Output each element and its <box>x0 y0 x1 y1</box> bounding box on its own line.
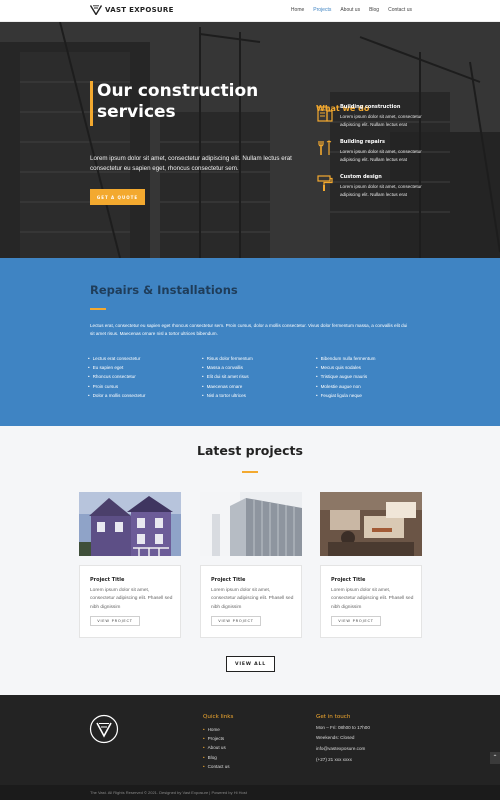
hero-accent-bar <box>90 81 93 126</box>
quick-links-list: Home Projects About us Blog Contact us <box>203 725 230 771</box>
hero-overlay <box>0 22 500 258</box>
list-item: Molestie augue non <box>316 382 426 391</box>
nav-blog[interactable]: Blog <box>369 7 379 13</box>
repairs-list-3: Bibendum nulla fermentum Mecus quis soda… <box>316 354 426 400</box>
footer-logo-icon[interactable] <box>89 714 119 744</box>
main-menu: Home Projects About us Blog Contact us <box>291 7 412 13</box>
repairs-list-2: Risus dolor fermentum Massa a convallis … <box>202 354 312 400</box>
list-item: Proin cursus <box>88 382 198 391</box>
repairs-section: Repairs & Installations Lectus erat, con… <box>0 258 500 426</box>
list-item: Mecus quis sodales <box>316 363 426 372</box>
project-card: Project Title Lorem ipsum dolor sit amet… <box>200 565 302 638</box>
project-title: Project Title <box>211 577 246 583</box>
service-title: Building construction <box>340 104 401 110</box>
footer-link-projects[interactable]: Projects <box>203 734 230 743</box>
repairs-list-1: Lectus erat consectetur Eu sapien eget R… <box>88 354 198 400</box>
contact-email[interactable]: info@vastexposure.com <box>316 746 365 751</box>
list-item: Lectus erat consectetur <box>88 354 198 363</box>
repairs-title: Repairs & Installations <box>90 283 238 297</box>
list-item: Dolor a mollis consectetur <box>88 391 198 400</box>
footer-link-blog[interactable]: Blog <box>203 753 230 762</box>
building-icon <box>317 106 333 122</box>
project-image-building[interactable] <box>200 492 302 556</box>
footer-link-about-us[interactable]: About us <box>203 743 230 752</box>
nav-contact-us[interactable]: Contact us <box>388 7 412 13</box>
project-image-workshop[interactable] <box>320 492 422 556</box>
opening-hours: Mon – Fri: 08h00 to 17h00 <box>316 725 370 730</box>
footer-link-home[interactable]: Home <box>203 725 230 734</box>
repairs-text: Lectus erat, consectetur eu sapien eget … <box>90 323 408 336</box>
project-card: Project Title Lorem ipsum dolor sit amet… <box>320 565 422 638</box>
footer: Quick links Home Projects About us Blog … <box>0 695 500 785</box>
project-text: Lorem ipsum dolor sit amet, consectetur … <box>90 588 173 610</box>
list-item: Feugiat ligula neque <box>316 391 426 400</box>
service-text: Lorem ipsum dolor sit amet, consectetur … <box>340 149 422 162</box>
latest-projects-section: Latest projects Project Title Lorem ipsu… <box>0 426 500 695</box>
list-item: Elit dui sit amet risus <box>202 372 312 381</box>
view-project-button[interactable]: VIEW PROJECT <box>211 616 261 626</box>
service-title: Building repairs <box>340 139 385 145</box>
view-all-button[interactable]: VIEW ALL <box>226 656 275 672</box>
nav-about-us[interactable]: About us <box>340 7 360 13</box>
projects-divider <box>242 471 258 473</box>
projects-title: Latest projects <box>197 443 303 458</box>
list-item: Rhoncus consectetur <box>88 372 198 381</box>
list-item: Tristique augue mauris <box>316 372 426 381</box>
top-navigation: VAST EXPOSURE Home Projects About us Blo… <box>0 0 500 22</box>
project-image-house[interactable] <box>79 492 181 556</box>
list-item: Maecenas ornare <box>202 382 312 391</box>
list-item: Risus dolor fermentum <box>202 354 312 363</box>
list-item: Massa a convallis <box>202 363 312 372</box>
scroll-to-top-button[interactable]: ⌃ <box>490 752 500 764</box>
hero-text: Lorem ipsum dolor sit amet, consectetur … <box>90 155 292 172</box>
copyright-text: The Vast. All Rights Reserved © 2021. De… <box>90 790 247 795</box>
view-project-button[interactable]: VIEW PROJECT <box>90 616 140 626</box>
nav-home[interactable]: Home <box>291 7 304 13</box>
view-project-button[interactable]: VIEW PROJECT <box>331 616 381 626</box>
service-text: Lorem ipsum dolor sit amet, consectetur … <box>340 184 422 197</box>
logo[interactable]: VAST EXPOSURE <box>90 5 174 15</box>
paint-roller-icon <box>317 175 333 191</box>
logo-text: VAST EXPOSURE <box>105 6 174 14</box>
footer-link-contact-us[interactable]: Contact us <box>203 762 230 771</box>
project-title: Project Title <box>90 577 125 583</box>
project-text: Lorem ipsum dolor sit amet, consectetur … <box>331 588 414 610</box>
contact-title: Get in touch <box>316 714 351 720</box>
nav-projects[interactable]: Projects <box>313 7 331 13</box>
hero-section: Our construction services Lorem ipsum do… <box>0 22 500 258</box>
service-text: Lorem ipsum dolor sit amet, consectetur … <box>340 114 422 127</box>
logo-icon <box>90 5 102 15</box>
chevron-up-icon: ⌃ <box>492 755 498 761</box>
copyright-bar: The Vast. All Rights Reserved © 2021. De… <box>0 785 500 800</box>
list-item: Nisl a tortor ultrices <box>202 391 312 400</box>
repairs-divider <box>90 308 106 310</box>
quick-links-title: Quick links <box>203 714 234 720</box>
get-a-quote-button[interactable]: GET A QUOTE <box>90 189 145 205</box>
project-title: Project Title <box>331 577 366 583</box>
project-text: Lorem ipsum dolor sit amet, consectetur … <box>211 588 294 610</box>
service-title: Custom design <box>340 174 382 180</box>
weekend-hours: Weekends: Closed <box>316 735 355 740</box>
tools-icon <box>318 140 332 155</box>
list-item: Bibendum nulla fermentum <box>316 354 426 363</box>
project-card: Project Title Lorem ipsum dolor sit amet… <box>79 565 181 638</box>
contact-phone[interactable]: (+27) 21 xxx xxxx <box>316 757 352 762</box>
hero-title: Our construction services <box>97 81 259 122</box>
list-item: Eu sapien eget <box>88 363 198 372</box>
